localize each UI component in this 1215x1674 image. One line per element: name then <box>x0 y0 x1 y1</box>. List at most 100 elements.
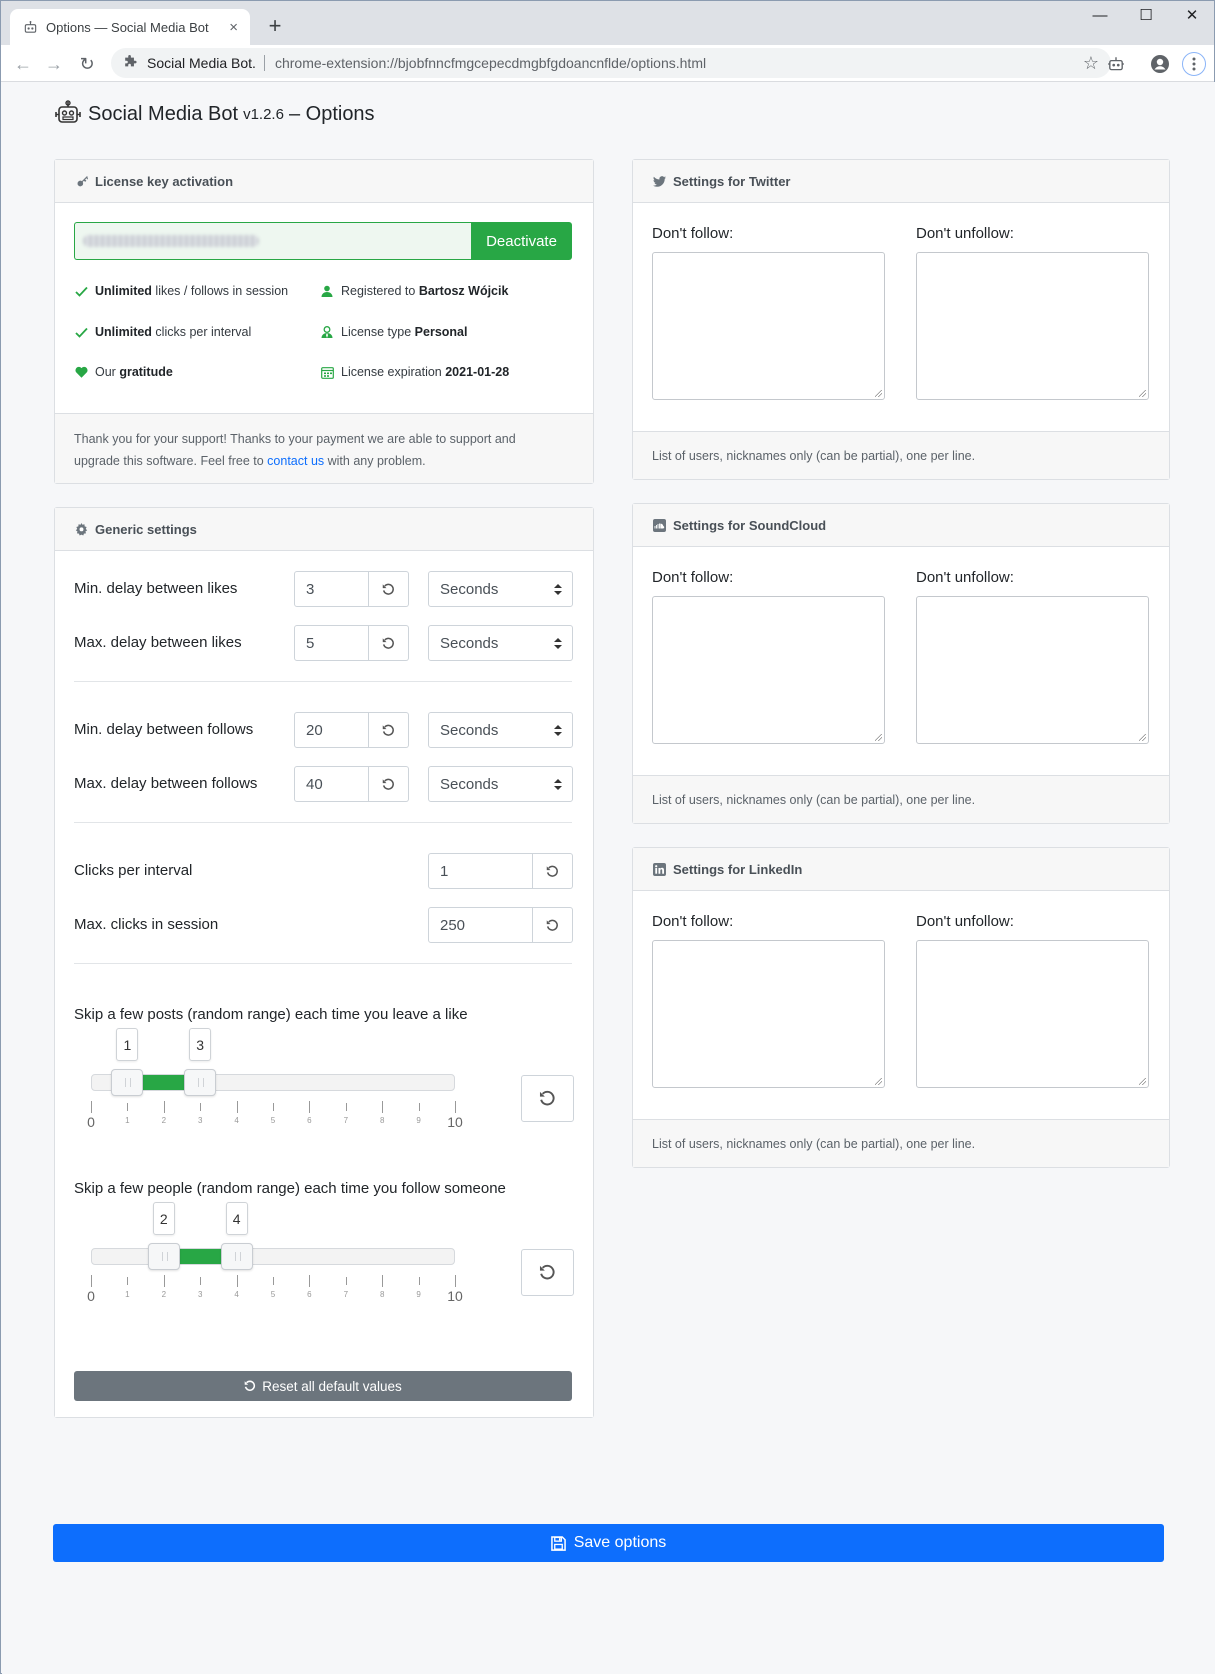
slider-tick <box>127 1277 129 1285</box>
browser-tab[interactable]: Options — Social Media Bot × <box>10 9 250 45</box>
contact-us-link[interactable]: contact us <box>267 454 324 468</box>
title-suffix: – Options <box>288 102 375 125</box>
undo-icon <box>539 1264 555 1280</box>
reset-all-button[interactable]: Reset all default values <box>74 1371 572 1401</box>
soundcloud-card-footer: List of users, nicknames only (can be pa… <box>633 775 1169 823</box>
slider-tick-label: 3 <box>197 1290 203 1299</box>
generic-settings-header: Generic settings <box>55 508 593 551</box>
slider-handle-high[interactable] <box>220 1243 253 1270</box>
generic-settings-card: Generic settings Min. delay between like… <box>54 507 594 1418</box>
skip-people-reset-button[interactable] <box>521 1249 574 1296</box>
linkedin-dont-unfollow-textarea[interactable] <box>916 940 1149 1088</box>
slider-tick-label: 5 <box>270 1290 276 1299</box>
soundcloud-dont-unfollow-textarea[interactable] <box>916 596 1149 744</box>
max-likes-reset-button[interactable] <box>369 625 409 661</box>
options-page: Social Media Bot v1.2.6 – Options Licens… <box>2 82 1215 1674</box>
max-clicks-input[interactable]: 250 <box>428 907 533 943</box>
twitter-card: Settings for Twitter Don't follow: Don't… <box>632 159 1170 480</box>
skip-people-range-slider[interactable]: 2 4 0 1 2 3 4 5 6 7 8 9 10 <box>87 1202 463 1308</box>
min-likes-reset-button[interactable] <box>369 571 409 607</box>
max-likes-input[interactable]: 5 <box>294 625 369 661</box>
slider-tick-label: 6 <box>307 1290 312 1299</box>
new-tab-button[interactable]: + <box>261 13 289 41</box>
max-clicks-reset-button[interactable] <box>533 907 573 943</box>
soundcloud-dont-follow-textarea[interactable] <box>652 596 885 744</box>
feature-unlimited-clicks: Unlimited clicks per interval <box>74 325 251 339</box>
url-text[interactable]: chrome-extension://bjobfnncfmgcepecdmgbf… <box>275 55 1083 71</box>
user-icon <box>320 284 334 298</box>
slider-tick-label: 1 <box>125 1290 130 1299</box>
slider-tick <box>309 1101 311 1113</box>
key-icon <box>74 174 88 188</box>
puzzle-icon <box>123 55 139 71</box>
min-follows-unit-select[interactable]: Seconds <box>428 712 573 748</box>
twitter-dont-follow-textarea[interactable] <box>652 252 885 400</box>
slider-track[interactable] <box>91 1248 455 1265</box>
max-follows-reset-button[interactable] <box>369 766 409 802</box>
feature-license-type: License type Personal <box>320 325 467 339</box>
linkedin-icon <box>652 862 666 876</box>
max-follows-unit-value: Seconds <box>440 775 499 793</box>
license-card: License key activation Deactivate Unlimi… <box>54 159 594 484</box>
feature-text: clicks per interval <box>151 325 252 339</box>
tab-close-icon[interactable]: × <box>229 19 238 36</box>
profile-icon[interactable] <box>1149 53 1171 75</box>
undo-icon <box>539 1090 555 1106</box>
min-follows-label: Min. delay between follows <box>74 721 254 738</box>
clicks-per-interval-label: Clicks per interval <box>74 862 193 879</box>
browser-menu-icon[interactable] <box>1182 52 1206 76</box>
back-button[interactable]: ← <box>9 50 37 78</box>
soundcloud-header-text: Settings for SoundCloud <box>673 517 827 533</box>
max-likes-label: Max. delay between likes <box>74 634 242 651</box>
clicks-per-interval-group: 1 <box>428 853 573 889</box>
check-icon <box>74 325 88 339</box>
extension-robot-icon[interactable] <box>1105 53 1127 75</box>
max-likes-unit-select[interactable]: Seconds <box>428 625 573 661</box>
save-options-button[interactable]: Save options <box>53 1524 1164 1562</box>
max-follows-unit-select[interactable]: Seconds <box>428 766 573 802</box>
slider-tooltip-low: 1 <box>116 1028 139 1061</box>
twitter-icon <box>652 174 666 188</box>
skip-posts-range-slider[interactable]: 1 3 0 1 2 3 4 5 6 7 8 9 10 <box>87 1028 463 1134</box>
min-likes-label: Min. delay between likes <box>74 580 238 597</box>
license-key-input[interactable] <box>74 222 471 260</box>
close-window-button[interactable]: ✕ <box>1169 5 1215 27</box>
reset-all-label: Reset all default values <box>262 1378 402 1394</box>
feature-text: License expiration <box>341 365 446 379</box>
min-likes-input[interactable]: 3 <box>294 571 369 607</box>
slider-handle-low[interactable] <box>147 1243 180 1270</box>
save-options-label: Save options <box>573 1534 667 1551</box>
address-bar[interactable]: Social Media Bot. chrome-extension://bjo… <box>111 48 1111 78</box>
minimize-button[interactable]: — <box>1077 5 1123 27</box>
feature-registered: Registered to Bartosz Wójcik <box>320 284 508 298</box>
max-follows-input[interactable]: 40 <box>294 766 369 802</box>
twitter-dont-unfollow-textarea[interactable] <box>916 252 1149 400</box>
slider-handle-high[interactable] <box>184 1069 217 1096</box>
license-header-text: License key activation <box>95 173 234 189</box>
app-name: Social Media Bot <box>88 102 239 125</box>
license-key-row: Deactivate <box>74 222 572 260</box>
skip-posts-reset-button[interactable] <box>521 1075 574 1122</box>
feature-bold: Unlimited <box>95 325 152 339</box>
slider-tooltip-high: 4 <box>225 1202 248 1235</box>
linkedin-dont-follow-textarea[interactable] <box>652 940 885 1088</box>
skip-people-label: Skip a few people (random range) each ti… <box>74 1180 506 1197</box>
max-likes-group: 5 <box>294 625 409 661</box>
bookmark-star-icon[interactable]: ☆ <box>1083 53 1099 74</box>
slider-tick <box>273 1277 274 1285</box>
linkedin-card: Settings for LinkedIn Don't follow: Don'… <box>632 847 1170 1168</box>
slider-tick-label: 10 <box>447 1288 463 1304</box>
slider-handle-low[interactable] <box>111 1069 144 1096</box>
clicks-per-interval-input[interactable]: 1 <box>428 853 533 889</box>
reload-button[interactable]: ↻ <box>73 50 101 78</box>
slider-tick-label: 8 <box>379 1116 385 1125</box>
clicks-per-interval-reset-button[interactable] <box>533 853 573 889</box>
min-follows-reset-button[interactable] <box>369 712 409 748</box>
forward-button[interactable]: → <box>40 50 68 78</box>
deactivate-button[interactable]: Deactivate <box>471 222 572 260</box>
blurred-license-key <box>83 235 259 247</box>
min-likes-unit-select[interactable]: Seconds <box>428 571 573 607</box>
browser-window: Options — Social Media Bot × + — ☐ ✕ ← →… <box>0 0 1215 1674</box>
min-follows-input[interactable]: 20 <box>294 712 369 748</box>
maximize-button[interactable]: ☐ <box>1123 5 1169 27</box>
